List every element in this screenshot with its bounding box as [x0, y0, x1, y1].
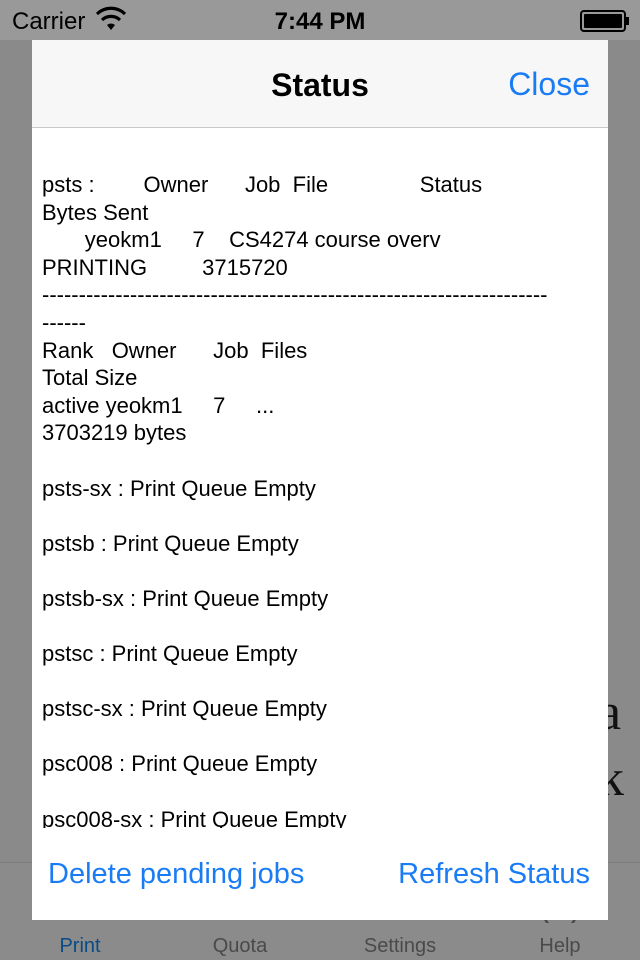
status-modal: Status Close psts : Owner Job File Statu…	[32, 40, 608, 920]
modal-header: Status Close	[32, 40, 608, 128]
battery-icon	[580, 10, 629, 32]
refresh-status-button[interactable]: Refresh Status	[398, 858, 590, 891]
clock-time: 7:44 PM	[274, 8, 366, 35]
close-button[interactable]: Close	[508, 66, 590, 103]
print-status-text[interactable]: psts : Owner Job File Status Bytes Sent …	[42, 171, 598, 828]
delete-pending-jobs-button[interactable]: Delete pending jobs	[48, 858, 304, 891]
status-bar: Carrier 7:44 PM	[0, 0, 640, 40]
